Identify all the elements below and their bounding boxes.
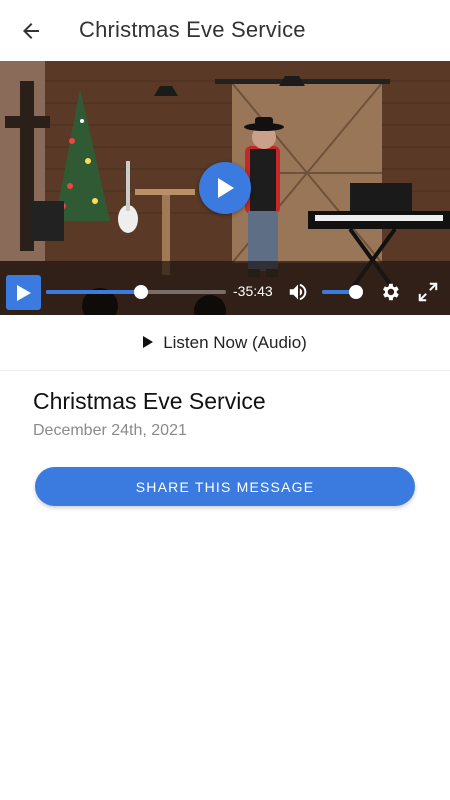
listen-audio-button[interactable]: Listen Now (Audio) xyxy=(0,315,450,371)
time-remaining: -35:43 xyxy=(233,283,273,299)
progress-fill xyxy=(46,290,142,294)
fullscreen-icon[interactable] xyxy=(417,281,439,303)
play-button[interactable] xyxy=(199,162,251,214)
control-play-button[interactable] xyxy=(6,275,41,310)
video-controls: -35:43 xyxy=(0,275,450,315)
play-icon xyxy=(16,284,31,301)
share-message-button[interactable]: SHARE THIS MESSAGE xyxy=(35,467,415,506)
message-title: Christmas Eve Service xyxy=(33,388,266,414)
volume-handle[interactable] xyxy=(349,285,364,299)
arrow-left-icon xyxy=(23,23,39,39)
play-icon xyxy=(143,335,154,348)
listen-label: Listen Now (Audio) xyxy=(163,332,307,352)
progress-bar[interactable] xyxy=(46,285,226,299)
back-button[interactable] xyxy=(14,14,48,48)
gear-icon[interactable] xyxy=(379,281,401,303)
progress-handle[interactable] xyxy=(134,285,149,299)
video-player[interactable]: -35:43 xyxy=(0,61,450,315)
message-date: December 24th, 2021 xyxy=(33,422,187,439)
volume-icon[interactable] xyxy=(287,281,309,303)
volume-slider[interactable] xyxy=(322,285,364,299)
page-title: Christmas Eve Service xyxy=(79,17,306,42)
app-bar: Christmas Eve Service xyxy=(0,0,450,61)
play-icon xyxy=(218,178,234,198)
